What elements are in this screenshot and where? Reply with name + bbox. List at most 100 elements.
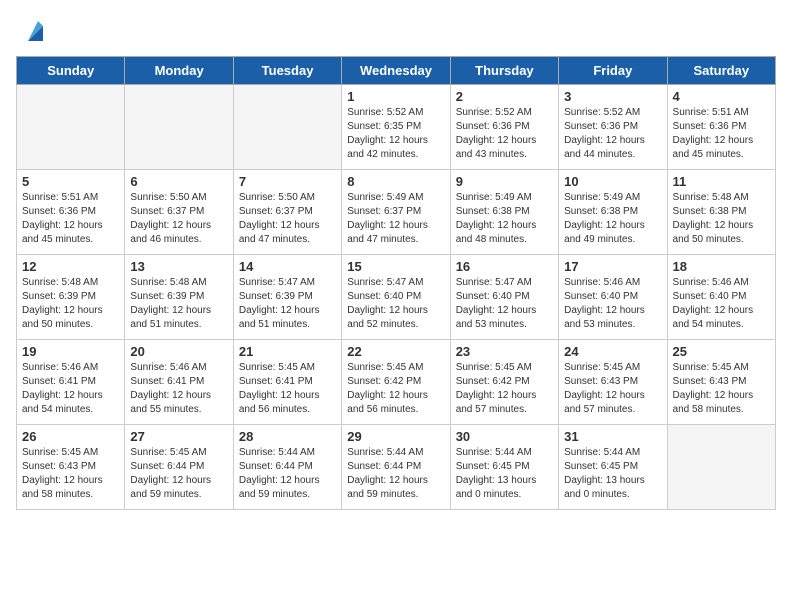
day-number: 26 — [22, 429, 119, 444]
day-number: 19 — [22, 344, 119, 359]
day-info: Sunrise: 5:49 AM Sunset: 6:37 PM Dayligh… — [347, 191, 444, 247]
calendar-cell: 3 Sunrise: 5:52 AM Sunset: 6:36 PM Daylig… — [559, 85, 667, 170]
day-number: 10 — [564, 174, 661, 189]
day-info: Sunrise: 5:46 AM Sunset: 6:40 PM Dayligh… — [673, 276, 770, 332]
day-info: Sunrise: 5:44 AM Sunset: 6:44 PM Dayligh… — [347, 446, 444, 502]
calendar-cell: 25Sunrise: 5:45 AM Sunset: 6:43 PM Dayli… — [667, 340, 775, 425]
day-info: Sunrise: 5:47 AM Sunset: 6:39 PM Dayligh… — [239, 276, 336, 332]
calendar-cell: 20 Sunrise: 5:46 AM Sunset: 6:41 PM Dayli… — [125, 340, 233, 425]
day-header-sunday: Sunday — [17, 57, 125, 85]
day-info: Sunrise: 5:50 AM Sunset: 6:37 PM Dayligh… — [239, 191, 336, 247]
day-info: Sunrise: 5:44 AM Sunset: 6:45 PM Dayligh… — [456, 446, 553, 502]
logo — [16, 16, 48, 46]
day-info: Sunrise: 5:49 AM Sunset: 6:38 PM Dayligh… — [564, 191, 661, 247]
day-number: 20 — [130, 344, 227, 359]
day-number: 12 — [22, 259, 119, 274]
day-number: 31 — [564, 429, 661, 444]
calendar-cell: 9Sunrise: 5:49 AM Sunset: 6:38 PM Daylig… — [450, 170, 558, 255]
day-number: 15 — [347, 259, 444, 274]
day-info: Sunrise: 5:44 AM Sunset: 6:44 PM Dayligh… — [239, 446, 336, 502]
calendar-cell: 27 Sunrise: 5:45 AM Sunset: 6:44 PM Dayli… — [125, 425, 233, 510]
calendar-cell: 24 Sunrise: 5:45 AM Sunset: 6:43 PM Dayli… — [559, 340, 667, 425]
day-info: Sunrise: 5:48 AM Sunset: 6:38 PM Dayligh… — [673, 191, 770, 247]
day-number: 7 — [239, 174, 336, 189]
day-info: Sunrise: 5:52 AM Sunset: 6:36 PM Dayligh… — [564, 106, 661, 162]
calendar-cell: 15 Sunrise: 5:47 AM Sunset: 6:40 PM Dayli… — [342, 255, 450, 340]
day-info: Sunrise: 5:52 AM Sunset: 6:36 PM Dayligh… — [456, 106, 553, 162]
calendar-table: SundayMondayTuesdayWednesdayThursdayFrid… — [16, 56, 776, 510]
day-header-monday: Monday — [125, 57, 233, 85]
calendar-cell: 19 Sunrise: 5:46 AM Sunset: 6:41 PM Dayli… — [17, 340, 125, 425]
calendar-cell: 12 Sunrise: 5:48 AM Sunset: 6:39 PM Dayli… — [17, 255, 125, 340]
day-header-tuesday: Tuesday — [233, 57, 341, 85]
day-number: 4 — [673, 89, 770, 104]
calendar-cell: 16 Sunrise: 5:47 AM Sunset: 6:40 PM Dayli… — [450, 255, 558, 340]
day-number: 6 — [130, 174, 227, 189]
day-info: Sunrise: 5:47 AM Sunset: 6:40 PM Dayligh… — [347, 276, 444, 332]
day-number: 30 — [456, 429, 553, 444]
day-info: Sunrise: 5:48 AM Sunset: 6:39 PM Dayligh… — [130, 276, 227, 332]
calendar-cell: 17 Sunrise: 5:46 AM Sunset: 6:40 PM Dayli… — [559, 255, 667, 340]
day-number: 23 — [456, 344, 553, 359]
calendar-cell: 6Sunrise: 5:50 AM Sunset: 6:37 PM Daylig… — [125, 170, 233, 255]
day-info: Sunrise: 5:46 AM Sunset: 6:41 PM Dayligh… — [22, 361, 119, 417]
day-number: 1 — [347, 89, 444, 104]
day-info: Sunrise: 5:48 AM Sunset: 6:39 PM Dayligh… — [22, 276, 119, 332]
week-row-2: 5 Sunrise: 5:51 AM Sunset: 6:36 PM Daylig… — [17, 170, 776, 255]
day-info: Sunrise: 5:51 AM Sunset: 6:36 PM Dayligh… — [22, 191, 119, 247]
day-number: 14 — [239, 259, 336, 274]
day-info: Sunrise: 5:47 AM Sunset: 6:40 PM Dayligh… — [456, 276, 553, 332]
day-info: Sunrise: 5:45 AM Sunset: 6:43 PM Dayligh… — [564, 361, 661, 417]
day-number: 3 — [564, 89, 661, 104]
day-number: 5 — [22, 174, 119, 189]
day-number: 24 — [564, 344, 661, 359]
calendar-cell: 5 Sunrise: 5:51 AM Sunset: 6:36 PM Daylig… — [17, 170, 125, 255]
calendar-cell: 23 Sunrise: 5:45 AM Sunset: 6:42 PM Dayli… — [450, 340, 558, 425]
day-number: 11 — [673, 174, 770, 189]
calendar-cell: 11 Sunrise: 5:48 AM Sunset: 6:38 PM Dayli… — [667, 170, 775, 255]
page-header — [16, 16, 776, 46]
day-info: Sunrise: 5:46 AM Sunset: 6:41 PM Dayligh… — [130, 361, 227, 417]
calendar-cell: 31 Sunrise: 5:44 AM Sunset: 6:45 PM Dayli… — [559, 425, 667, 510]
calendar-cell — [125, 85, 233, 170]
day-info: Sunrise: 5:45 AM Sunset: 6:42 PM Dayligh… — [456, 361, 553, 417]
day-number: 22 — [347, 344, 444, 359]
day-info: Sunrise: 5:44 AM Sunset: 6:45 PM Dayligh… — [564, 446, 661, 502]
day-number: 16 — [456, 259, 553, 274]
day-header-saturday: Saturday — [667, 57, 775, 85]
calendar-cell — [17, 85, 125, 170]
day-info: Sunrise: 5:49 AM Sunset: 6:38 PM Dayligh… — [456, 191, 553, 247]
week-row-4: 19 Sunrise: 5:46 AM Sunset: 6:41 PM Dayli… — [17, 340, 776, 425]
calendar-cell: 1 Sunrise: 5:52 AM Sunset: 6:35 PM Daylig… — [342, 85, 450, 170]
day-number: 29 — [347, 429, 444, 444]
calendar-cell: 29 Sunrise: 5:44 AM Sunset: 6:44 PM Dayli… — [342, 425, 450, 510]
calendar-cell: 4 Sunrise: 5:51 AM Sunset: 6:36 PM Daylig… — [667, 85, 775, 170]
calendar-cell: 18Sunrise: 5:46 AM Sunset: 6:40 PM Dayli… — [667, 255, 775, 340]
day-number: 2 — [456, 89, 553, 104]
calendar-cell — [667, 425, 775, 510]
calendar-cell — [233, 85, 341, 170]
calendar-cell: 26 Sunrise: 5:45 AM Sunset: 6:43 PM Dayli… — [17, 425, 125, 510]
week-row-5: 26 Sunrise: 5:45 AM Sunset: 6:43 PM Dayli… — [17, 425, 776, 510]
day-number: 8 — [347, 174, 444, 189]
day-header-friday: Friday — [559, 57, 667, 85]
day-number: 27 — [130, 429, 227, 444]
day-info: Sunrise: 5:52 AM Sunset: 6:35 PM Dayligh… — [347, 106, 444, 162]
day-number: 21 — [239, 344, 336, 359]
calendar-cell: 8 Sunrise: 5:49 AM Sunset: 6:37 PM Daylig… — [342, 170, 450, 255]
day-header-thursday: Thursday — [450, 57, 558, 85]
day-info: Sunrise: 5:45 AM Sunset: 6:43 PM Dayligh… — [673, 361, 770, 417]
calendar-cell: 7 Sunrise: 5:50 AM Sunset: 6:37 PM Daylig… — [233, 170, 341, 255]
day-info: Sunrise: 5:45 AM Sunset: 6:44 PM Dayligh… — [130, 446, 227, 502]
calendar-cell: 10 Sunrise: 5:49 AM Sunset: 6:38 PM Dayli… — [559, 170, 667, 255]
day-number: 13 — [130, 259, 227, 274]
calendar-cell: 28Sunrise: 5:44 AM Sunset: 6:44 PM Dayli… — [233, 425, 341, 510]
day-info: Sunrise: 5:46 AM Sunset: 6:40 PM Dayligh… — [564, 276, 661, 332]
day-number: 17 — [564, 259, 661, 274]
week-row-3: 12 Sunrise: 5:48 AM Sunset: 6:39 PM Dayli… — [17, 255, 776, 340]
calendar-cell: 13 Sunrise: 5:48 AM Sunset: 6:39 PM Dayli… — [125, 255, 233, 340]
days-header-row: SundayMondayTuesdayWednesdayThursdayFrid… — [17, 57, 776, 85]
day-info: Sunrise: 5:45 AM Sunset: 6:42 PM Dayligh… — [347, 361, 444, 417]
day-info: Sunrise: 5:51 AM Sunset: 6:36 PM Dayligh… — [673, 106, 770, 162]
day-info: Sunrise: 5:45 AM Sunset: 6:43 PM Dayligh… — [22, 446, 119, 502]
